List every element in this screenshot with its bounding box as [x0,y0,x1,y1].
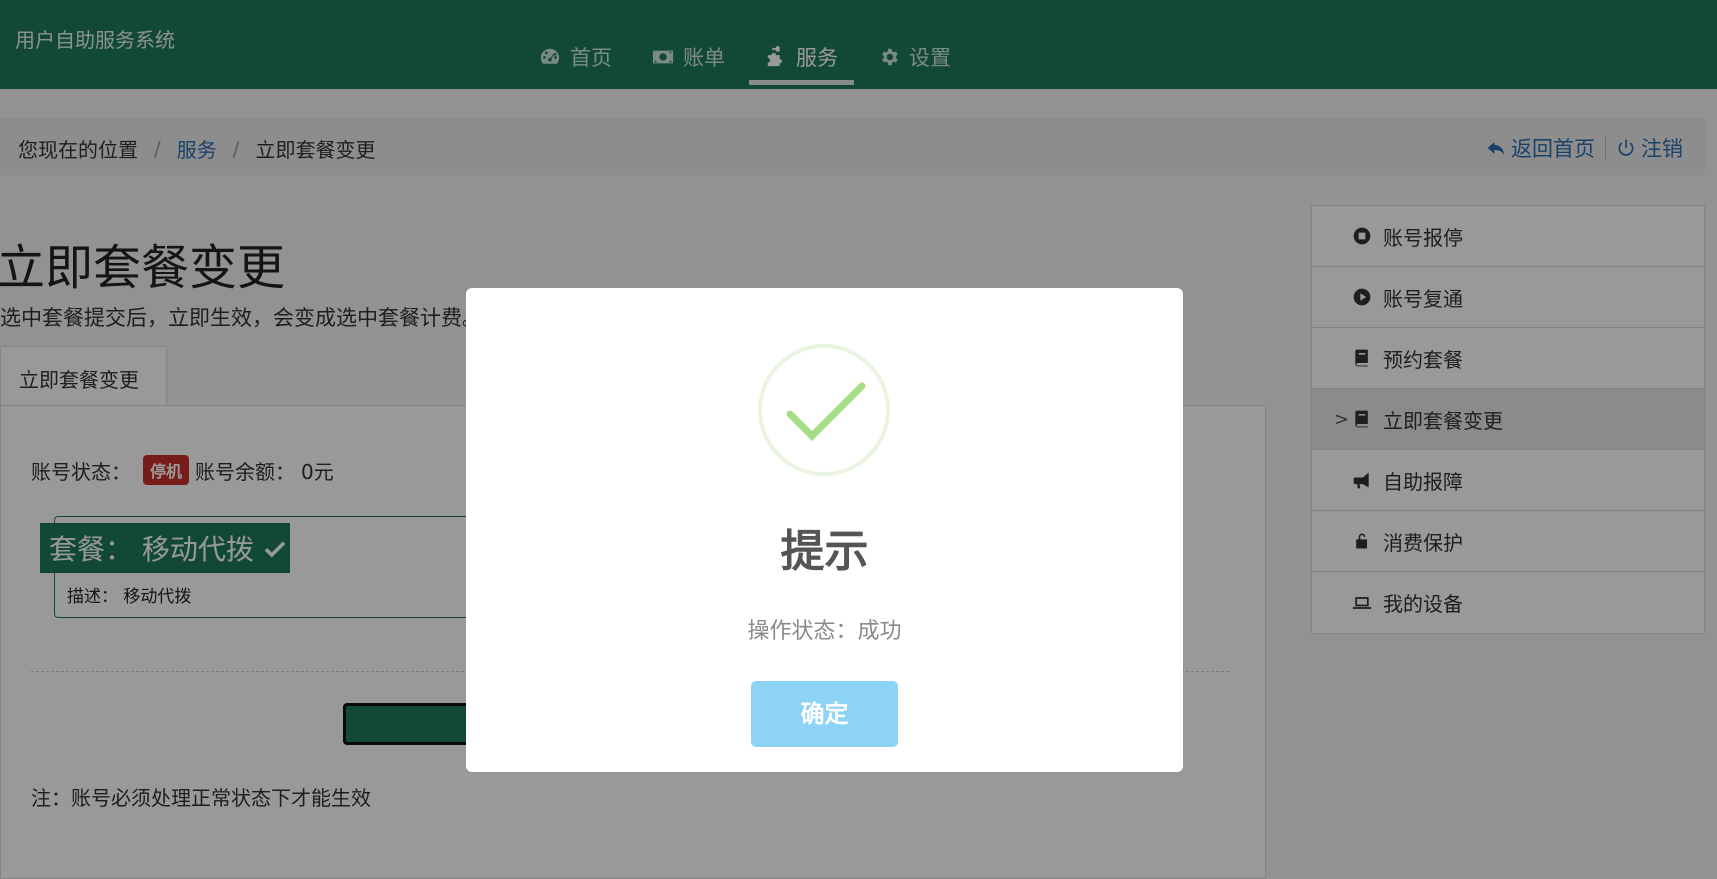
modal-title: 提示 [780,526,869,577]
check-mark-icon [786,382,866,441]
success-check-icon [758,344,890,476]
modal-message: 操作状态：成功 [747,619,902,644]
confirm-button[interactable]: 确定 [751,681,898,747]
alert-modal: 提示 操作状态：成功 确定 [466,288,1183,772]
